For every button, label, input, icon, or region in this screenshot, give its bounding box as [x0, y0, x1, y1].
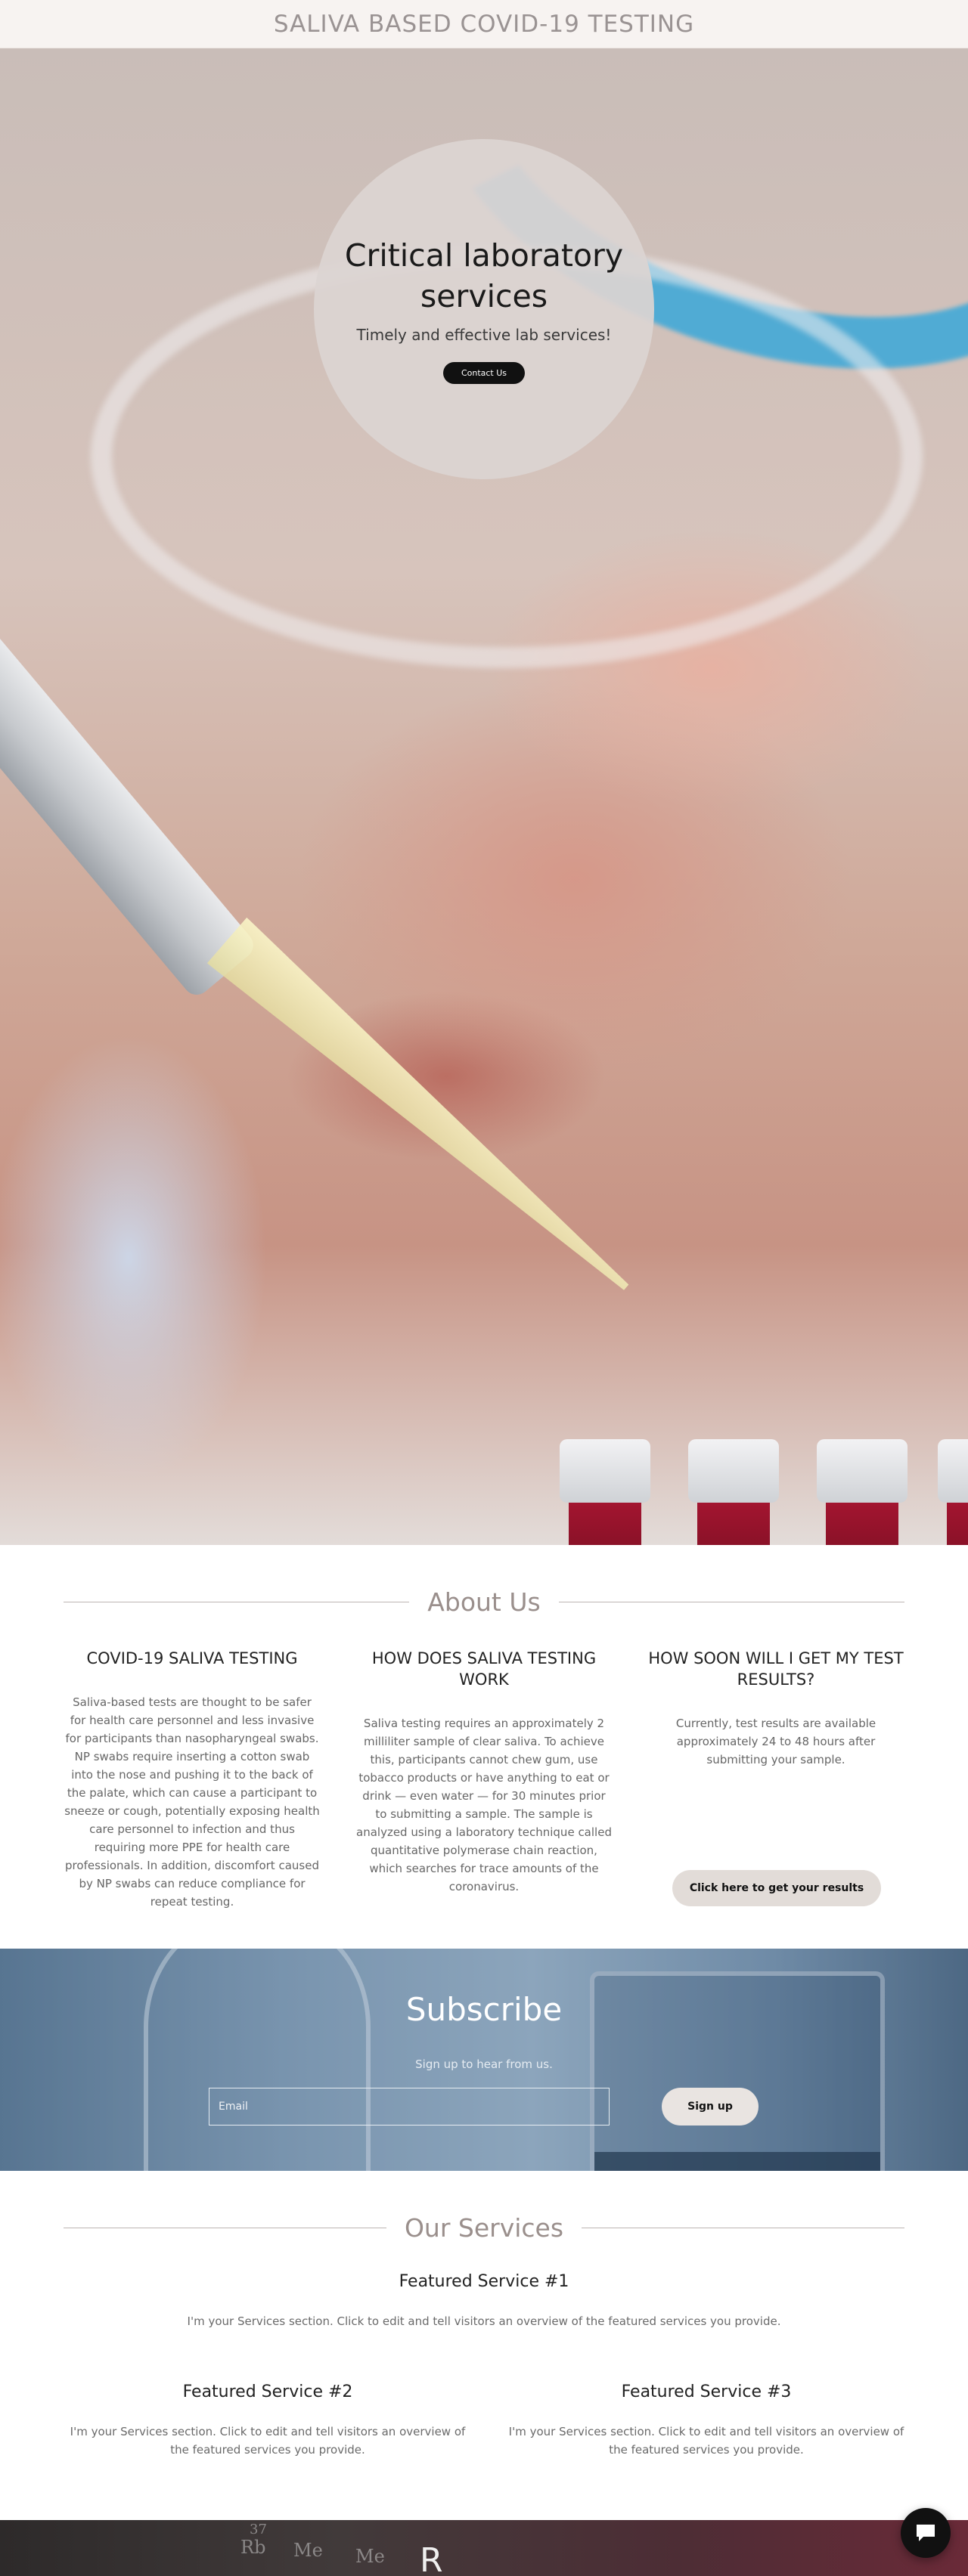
service-card-3: Featured Service #3 I'm your Services se… [502, 2382, 911, 2459]
site-title[interactable]: SALIVA BASED COVID-19 TESTING [274, 11, 694, 38]
banner-heading-fragment: R [420, 2541, 443, 2576]
contact-us-button[interactable]: Contact Us [442, 361, 526, 384]
banner-text: Rb [240, 2537, 266, 2558]
services-title: Our Services [404, 2213, 564, 2243]
service-card-1: Featured Service #1 I'm your Services se… [64, 2272, 904, 2330]
sign-up-button[interactable]: Sign up [662, 2088, 759, 2126]
services-heading: Our Services [64, 2213, 905, 2243]
site-header: SALIVA BASED COVID-19 TESTING [0, 0, 968, 48]
service-text: I'm your Services section. Click to edit… [508, 2425, 904, 2457]
banner-text: Me [355, 2546, 385, 2567]
about-column-title: HOW DOES SALIVA TESTING WORK [371, 1649, 597, 1689]
chat-icon [917, 2525, 935, 2541]
about-column-text: Currently, test results are available ap… [675, 1717, 876, 1766]
about-column-saliva-testing: COVID-19 SALIVA TESTING Saliva-based tes… [64, 1648, 321, 1911]
about-column-how-it-works: HOW DOES SALIVA TESTING WORK Saliva test… [355, 1648, 613, 1896]
subscribe-text: Sign up to hear from us. [415, 2057, 553, 2071]
hero-title: Critical laboratory services [344, 237, 624, 314]
banner-text: 37 [250, 2522, 267, 2537]
next-section-banner: 37 Rb Me Me R [0, 2520, 968, 2576]
hero-subtitle: Timely and effective lab services! [356, 325, 612, 344]
service-card-2: Featured Service #2 I'm your Services se… [64, 2382, 472, 2459]
hero-section: Critical laboratory services Timely and … [0, 48, 968, 1545]
test-tube [688, 1439, 779, 1545]
get-results-button[interactable]: Click here to get your results [672, 1870, 881, 1906]
subscribe-title: Subscribe [405, 1991, 563, 2028]
pipette-tip-shape [207, 918, 647, 1311]
service-title: Featured Service #2 [182, 2382, 353, 2401]
about-column-results: HOW SOON WILL I GET MY TEST RESULTS? Cur… [647, 1648, 904, 1769]
service-text: I'm your Services section. Click to edit… [70, 2425, 466, 2457]
about-column-text: Saliva-based tests are thought to be saf… [64, 1695, 320, 1909]
chat-button[interactable] [901, 2508, 951, 2558]
banner-text: Me [293, 2540, 323, 2561]
service-title: Featured Service #1 [399, 2272, 569, 2291]
test-tube [560, 1439, 650, 1545]
about-title: About Us [427, 1587, 541, 1617]
service-text: I'm your Services section. Click to edit… [187, 2314, 781, 2328]
test-tube [938, 1439, 968, 1545]
email-field[interactable] [209, 2088, 610, 2126]
hero-circle: Critical laboratory services Timely and … [314, 139, 654, 479]
about-heading: About Us [64, 1587, 904, 1617]
pipette-shape [0, 622, 259, 1001]
service-title: Featured Service #3 [621, 2382, 792, 2401]
about-column-title: COVID-19 SALIVA TESTING [86, 1649, 298, 1667]
about-column-title: HOW SOON WILL I GET MY TEST RESULTS? [648, 1649, 904, 1689]
about-column-text: Saliva testing requires an approximately… [356, 1717, 612, 1893]
test-tube [817, 1439, 908, 1545]
